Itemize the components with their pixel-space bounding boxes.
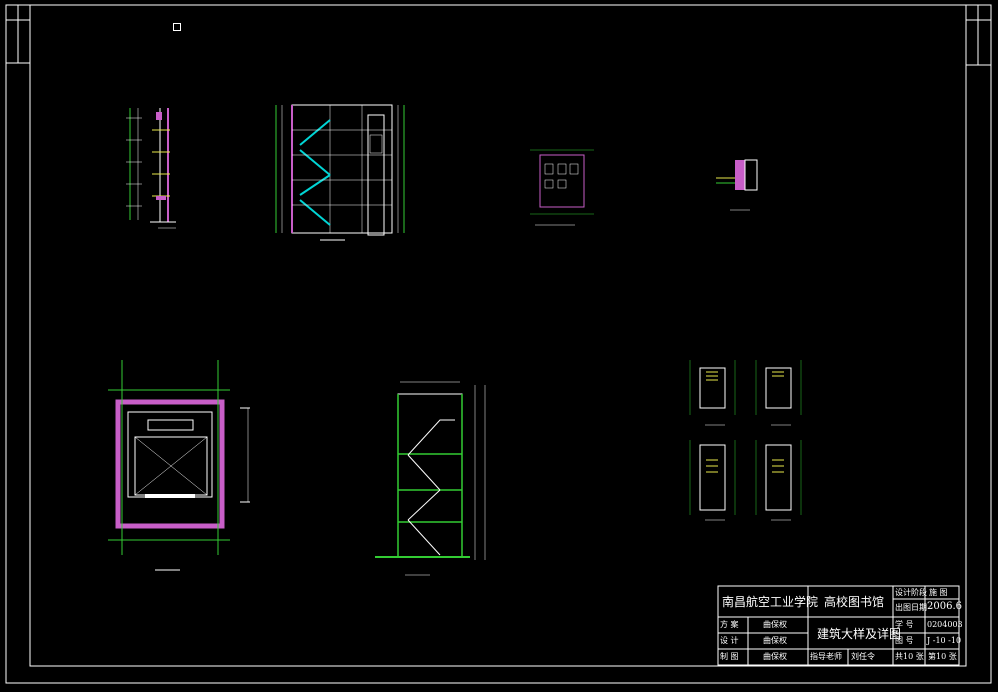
wall-section-detail [126, 108, 176, 229]
role-draw-label: 制 图 [720, 652, 739, 661]
sheet-value: J -10 -10 [927, 636, 962, 645]
inner-frame [29, 4, 967, 667]
node-detail [716, 159, 758, 211]
cad-drawing [5, 4, 992, 684]
tutor-name: 刘任令 [851, 652, 875, 661]
date-label: 出图日期 [895, 603, 927, 612]
number-label: 学 号 [895, 620, 914, 629]
stage-value: 施 图 [929, 588, 948, 597]
total-pages: 共10 张 [895, 652, 924, 661]
toilet-plan-detail [530, 149, 594, 226]
school-name: 南昌航空工业学院 [722, 595, 819, 609]
drawing-canvas[interactable]: 南昌航空工业学院 高校图书馆 建筑大样及详图 方 案 设 计 制 图 曲保权 曲… [0, 0, 998, 688]
ucs-icon [173, 23, 181, 31]
role-design-label: 设 计 [720, 636, 739, 645]
sheet-label: 图 号 [895, 636, 914, 645]
stair-section-bottom [375, 381, 486, 576]
stage-label: 设计阶段 [895, 588, 927, 597]
stair-section-top [275, 104, 405, 241]
name-scheme: 曲保权 [763, 620, 787, 629]
drawing-title: 建筑大样及详图 [817, 627, 902, 641]
stair-plan-details [689, 360, 802, 521]
role-scheme-label: 方 案 [720, 620, 739, 629]
name-draw: 曲保权 [763, 652, 787, 661]
outer-frame [5, 4, 992, 684]
number-value: 0204003 [927, 620, 963, 629]
page-number: 第10 张 [928, 652, 957, 661]
project-name: 高校图书馆 [824, 595, 885, 609]
date-value: 2006.6 [927, 601, 962, 612]
name-design: 曲保权 [763, 636, 787, 645]
elevator-shaft-plan [108, 360, 250, 571]
tutor-label: 指导老师 [810, 652, 842, 661]
